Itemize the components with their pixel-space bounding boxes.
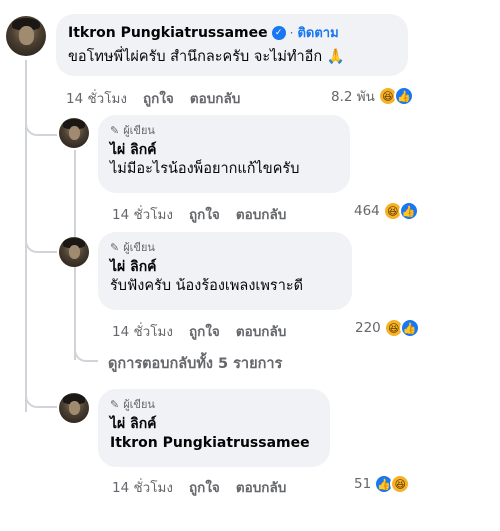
avatar-reply-author[interactable] — [59, 118, 89, 148]
reply-timestamp[interactable]: 14 ชั่วโมง — [112, 320, 173, 342]
separator-dot: · — [289, 25, 294, 40]
reaction-summary[interactable]: 51 👍 😆 — [354, 474, 411, 494]
author-badge: ผู้เขียน — [123, 124, 155, 137]
like-button[interactable]: ถูกใจ — [189, 320, 220, 342]
like-reaction-icon: 👍 — [398, 201, 419, 221]
follow-button[interactable]: ติดตาม — [297, 22, 338, 43]
view-more-replies-link[interactable]: ดูการตอบกลับทั้ง 5 รายการ — [108, 352, 282, 375]
avatar-main-commenter[interactable] — [6, 16, 46, 56]
pencil-icon: ✎ — [110, 124, 120, 137]
reply-button[interactable]: ตอบกลับ — [236, 320, 286, 342]
verified-badge-icon: ✓ — [271, 25, 286, 40]
reply-connector — [25, 110, 57, 136]
author-badge: ผู้เขียน — [123, 398, 155, 411]
reply-actions: 14 ชั่วโมง ถูกใจ ตอบกลับ — [112, 203, 302, 225]
like-button[interactable]: ถูกใจ — [189, 476, 220, 498]
reply-text: รับฟังครับ น้องร้องเพลงเพราะดี — [110, 278, 304, 294]
reaction-count: 8.2 พัน — [331, 89, 375, 105]
like-button[interactable]: ถูกใจ — [143, 87, 174, 109]
reply-bubble: ✎ ผู้เขียน ไผ่ ลิกค์ Itkron Pungkiatruss… — [98, 389, 330, 467]
reply-actions: 14 ชั่วโมง ถูกใจ ตอบกลับ — [112, 476, 302, 498]
haha-reaction-icon: 😆 — [390, 474, 411, 494]
avatar-reply-author[interactable] — [59, 237, 89, 267]
reaction-summary[interactable]: 8.2 พัน 😆 👍 — [331, 85, 414, 107]
pencil-icon: ✎ — [110, 241, 120, 254]
reply-connector — [25, 225, 57, 253]
pencil-icon: ✎ — [110, 398, 120, 411]
reply-author-name[interactable]: ไผ่ ลิกค์ — [110, 415, 318, 433]
reply-text: ไม่มีอะไรน้องพ็อยากแก้ไขครับ — [110, 161, 300, 177]
reply-button[interactable]: ตอบกลับ — [190, 87, 240, 109]
like-reaction-icon: 👍 — [393, 86, 414, 106]
reply-connector — [25, 380, 57, 408]
view-more-connector — [74, 340, 98, 362]
comment-timestamp[interactable]: 14 ชั่วโมง — [66, 87, 127, 109]
main-comment-actions: 14 ชั่วโมง ถูกใจ ตอบกลับ — [66, 87, 256, 109]
comment-text: ขอโทษพี่ไผ่ครับ สำนึกละครับ จะไม่ทำอีก 🙏 — [68, 49, 345, 65]
like-reaction-icon: 👍 — [399, 318, 420, 338]
reply-author-name[interactable]: ไผ่ ลิกค์ — [110, 141, 338, 159]
reply-button[interactable]: ตอบกลับ — [236, 476, 286, 498]
reply-button[interactable]: ตอบกลับ — [236, 203, 286, 225]
reply-actions: 14 ชั่วโมง ถูกใจ ตอบกลับ — [112, 320, 302, 342]
reply-bubble: ✎ ผู้เขียน ไผ่ ลิกค์ รับฟังครับ น้องร้อง… — [98, 232, 352, 310]
author-badge: ผู้เขียน — [123, 241, 155, 254]
reply-timestamp[interactable]: 14 ชั่วโมง — [112, 203, 173, 225]
main-comment-bubble: Itkron Pungkiatrussamee ✓ · ติดตาม ขอโทษ… — [56, 14, 408, 76]
reply-author-name[interactable]: ไผ่ ลิกค์ — [110, 258, 340, 276]
reaction-summary[interactable]: 220 😆 👍 — [355, 318, 420, 338]
reply-bubble: ✎ ผู้เขียน ไผ่ ลิกค์ ไม่มีอะไรน้องพ็อยาก… — [98, 115, 350, 193]
reaction-summary[interactable]: 464 😆 👍 — [354, 201, 419, 221]
like-button[interactable]: ถูกใจ — [189, 203, 220, 225]
reaction-count: 51 — [354, 476, 372, 492]
reply-timestamp[interactable]: 14 ชั่วโมง — [112, 476, 173, 498]
reaction-count: 464 — [354, 203, 380, 219]
avatar-reply-author[interactable] — [59, 393, 89, 423]
mentioned-user-name[interactable]: Itkron Pungkiatrussamee — [110, 433, 318, 453]
comment-author-name[interactable]: Itkron Pungkiatrussamee — [68, 24, 268, 42]
reaction-count: 220 — [355, 320, 381, 336]
